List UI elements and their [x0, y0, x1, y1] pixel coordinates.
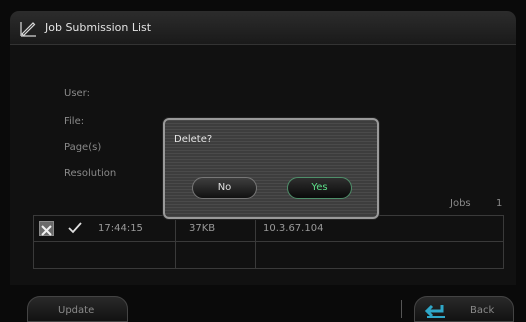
- dialog-message: Delete?: [174, 134, 213, 145]
- footer-divider: [401, 300, 402, 318]
- job-ip: 10.3.67.104: [263, 223, 324, 234]
- delete-checkbox[interactable]: [39, 221, 54, 236]
- yes-button[interactable]: Yes: [287, 177, 352, 199]
- delete-dialog: Delete? No Yes: [163, 118, 379, 219]
- no-button[interactable]: No: [192, 177, 257, 199]
- column-divider: [255, 242, 256, 268]
- close-icon: [41, 225, 52, 236]
- job-time: 17:44:15: [98, 223, 143, 234]
- jobs-count: 1: [496, 198, 503, 209]
- job-size: 37KB: [189, 223, 216, 234]
- title-bar: Job Submission List: [10, 11, 516, 45]
- back-button[interactable]: Back: [414, 296, 514, 322]
- update-button[interactable]: Update: [27, 296, 128, 322]
- job-table: 17:44:15 37KB 10.3.67.104: [33, 215, 504, 269]
- user-label: User:: [64, 88, 90, 99]
- column-divider: [175, 242, 176, 268]
- pages-label: Page(s): [64, 142, 102, 153]
- back-arrow-icon: [424, 304, 445, 318]
- jobs-label: Jobs: [450, 198, 471, 209]
- table-row: [34, 242, 503, 268]
- pen-edit-icon: [20, 22, 36, 37]
- back-label: Back: [470, 305, 495, 316]
- column-divider: [255, 216, 256, 241]
- update-label: Update: [58, 305, 95, 316]
- page-title: Job Submission List: [45, 21, 152, 34]
- file-label: File:: [64, 116, 85, 127]
- footer-bar: Update Back: [0, 288, 526, 322]
- resolution-label: Resolution: [64, 168, 117, 179]
- check-icon: [68, 222, 82, 234]
- column-divider: [175, 216, 176, 241]
- table-row[interactable]: 17:44:15 37KB 10.3.67.104: [34, 216, 503, 242]
